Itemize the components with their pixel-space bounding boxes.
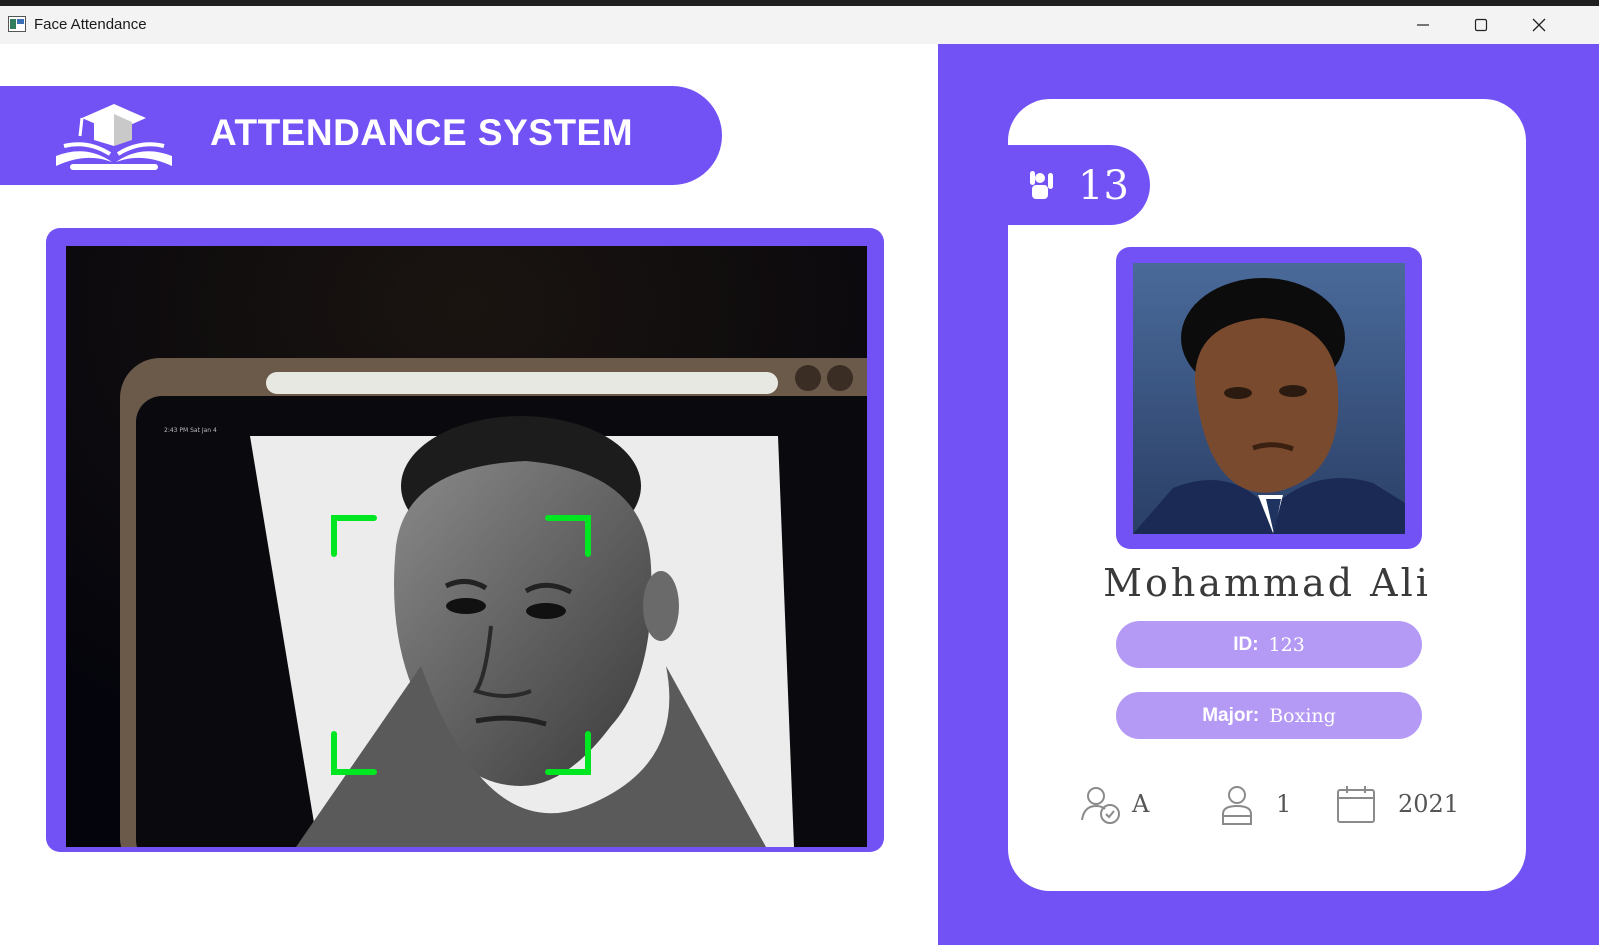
raised-hand-person-icon xyxy=(1030,171,1053,199)
app-window-icon xyxy=(8,16,26,32)
close-button[interactable] xyxy=(1510,6,1568,44)
standing-value: A xyxy=(1132,790,1150,818)
ipad-status-text: 2:43 PM Sat Jan 4 xyxy=(164,427,217,434)
minimize-button[interactable] xyxy=(1394,6,1452,44)
maximize-button[interactable] xyxy=(1452,6,1510,44)
window-title: Face Attendance xyxy=(34,16,147,33)
app-title: ATTENDANCE SYSTEM xyxy=(210,112,634,153)
major-label: Major: xyxy=(1202,704,1260,726)
student-card: 13 Mohammad Ali ID: 123 Major: Boxing A … xyxy=(1008,99,1526,891)
id-label: ID: xyxy=(1233,633,1259,655)
attendance-count-badge: 13 xyxy=(1008,145,1150,225)
header-banner: ATTENDANCE SYSTEM xyxy=(0,86,722,185)
user-check-icon xyxy=(1081,787,1120,824)
webcam-image: 2:43 PM Sat Jan 4 ••• xyxy=(66,246,867,847)
total-attendance: 13 xyxy=(1078,163,1129,209)
student-person-icon xyxy=(1222,786,1252,825)
student-name: Mohammad Ali xyxy=(1103,561,1431,605)
graduation-cap-book-icon xyxy=(56,104,172,170)
student-photo-frame xyxy=(1116,247,1422,549)
left-panel: ATTENDANCE SYSTEM 2:43 PM Sat Jan 4 xyxy=(0,44,938,945)
year-value: 1 xyxy=(1276,790,1292,818)
id-value: 123 xyxy=(1268,633,1305,656)
major-value: Boxing xyxy=(1269,704,1336,727)
right-panel: 13 Mohammad Ali ID: 123 Major: Boxing A … xyxy=(938,44,1599,945)
student-id-pill: ID: 123 xyxy=(1116,621,1422,668)
close-icon xyxy=(1532,18,1546,32)
maximize-icon xyxy=(1474,18,1488,32)
window-titlebar: Face Attendance xyxy=(0,0,1599,44)
student-photo xyxy=(1133,263,1405,534)
starting-year-value: 2021 xyxy=(1398,790,1460,818)
minimize-icon xyxy=(1417,24,1429,26)
student-major-pill: Major: Boxing xyxy=(1116,692,1422,739)
student-stats-row: A 1 2021 xyxy=(1008,784,1526,834)
calendar-icon xyxy=(1337,786,1375,823)
webcam-feed: 2:43 PM Sat Jan 4 ••• xyxy=(66,246,867,847)
webcam-frame: 2:43 PM Sat Jan 4 ••• xyxy=(46,228,884,852)
